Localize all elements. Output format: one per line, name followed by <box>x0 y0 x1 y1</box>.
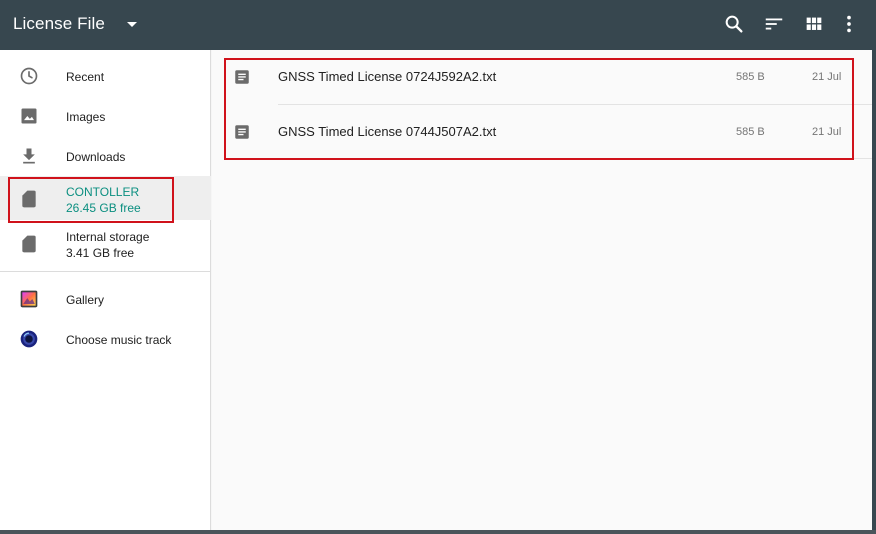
sd-card-icon <box>22 235 36 253</box>
window-edge-bottom <box>0 530 876 534</box>
file-name: GNSS Timed License 0744J507A2.txt <box>278 124 497 139</box>
text-file-icon <box>235 70 249 84</box>
search-icon[interactable] <box>723 13 745 35</box>
sidebar-item-internal-storage[interactable]: Internal storage 3.41 GB free <box>0 222 211 268</box>
sidebar-item-choose-music-track[interactable]: Choose music track <box>0 319 211 359</box>
sidebar-item-images[interactable]: Images <box>0 96 211 136</box>
file-size: 585 B <box>736 71 765 83</box>
sd-card-icon <box>22 190 36 208</box>
download-icon <box>23 148 35 164</box>
music-app-icon <box>20 330 38 348</box>
sidebar-item-label: Gallery <box>66 293 105 307</box>
toolbar: License File <box>0 0 876 50</box>
file-name: GNSS Timed License 0724J592A2.txt <box>278 69 497 84</box>
sidebar-item-label: Recent <box>66 70 105 84</box>
grid-view-icon[interactable] <box>803 13 825 35</box>
sidebar-item-recent[interactable]: Recent <box>0 56 211 96</box>
sidebar: Recent Images Downloads CONTOLLER 26.45 … <box>0 50 211 534</box>
window-edge-right <box>872 0 876 534</box>
chevron-down-icon[interactable] <box>124 16 140 32</box>
file-date: 21 Jul <box>812 71 842 83</box>
page-title: License File <box>13 14 105 33</box>
sidebar-item-gallery[interactable]: Gallery <box>0 279 211 319</box>
file-date: 21 Jul <box>812 126 842 138</box>
sidebar-item-downloads[interactable]: Downloads <box>0 136 211 176</box>
sidebar-item-label: Downloads <box>66 150 126 164</box>
sidebar-item-label: Internal storage <box>66 230 150 244</box>
text-file-icon <box>235 125 249 139</box>
sort-icon[interactable] <box>763 13 785 35</box>
file-size: 585 B <box>736 126 765 138</box>
clock-icon <box>20 67 38 85</box>
sidebar-item-free-space: 26.45 GB free <box>66 201 141 215</box>
file-row[interactable]: GNSS Timed License 0724J592A2.txt 585 B … <box>212 50 872 104</box>
sidebar-item-label: Images <box>66 110 106 124</box>
file-row[interactable]: GNSS Timed License 0744J507A2.txt 585 B … <box>212 105 872 159</box>
sidebar-item-label: Choose music track <box>66 333 172 347</box>
sidebar-item-controller[interactable]: CONTOLLER 26.45 GB free <box>0 176 211 220</box>
sidebar-divider <box>0 271 211 272</box>
sidebar-item-free-space: 3.41 GB free <box>66 246 135 260</box>
more-vert-icon[interactable] <box>838 13 860 35</box>
gallery-app-icon <box>20 290 38 308</box>
row-divider <box>278 158 872 159</box>
sidebar-item-label: CONTOLLER <box>66 185 140 199</box>
file-list: GNSS Timed License 0724J592A2.txt 585 B … <box>212 50 872 530</box>
image-icon <box>21 108 37 124</box>
